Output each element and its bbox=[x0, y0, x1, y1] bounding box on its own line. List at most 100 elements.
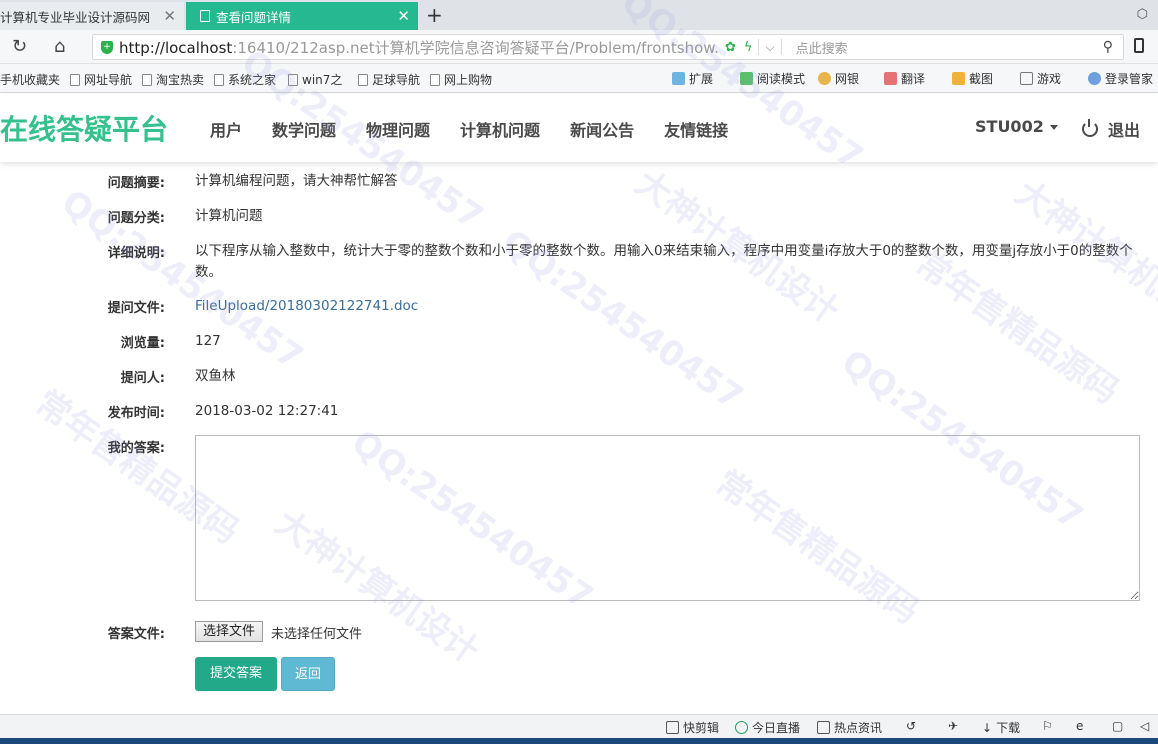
url-text[interactable]: http://localhost:16410/212asp.net计算机学院信息… bbox=[119, 37, 719, 58]
detail-label: 详细说明: bbox=[107, 246, 165, 261]
main-menu: 用户 数学问题 物理问题 计算机问题 新闻公告 友情链接 bbox=[210, 117, 728, 141]
play-icon bbox=[735, 721, 748, 734]
ie-icon[interactable]: e bbox=[1076, 719, 1083, 733]
time-label: 发布时间: bbox=[107, 406, 165, 421]
pin-icon[interactable]: ✈ bbox=[948, 719, 958, 733]
live-today-button[interactable]: 今日直播 bbox=[735, 719, 800, 736]
mobile-device-icon[interactable] bbox=[1134, 38, 1144, 53]
quick-clip-button[interactable]: 快剪辑 bbox=[666, 719, 719, 736]
asker-label: 提问人: bbox=[120, 371, 165, 386]
key-icon bbox=[1088, 72, 1101, 85]
file-label: 提问文件: bbox=[107, 301, 165, 316]
answer-label: 我的答案: bbox=[107, 441, 165, 456]
close-icon[interactable]: ✕ bbox=[397, 7, 410, 25]
site-brand[interactable]: 在线答疑平台 bbox=[0, 108, 168, 148]
back-button[interactable]: 返回 bbox=[281, 657, 335, 691]
tab-title: 查看问题详情 bbox=[216, 9, 292, 25]
bookmark-system-home[interactable]: 系统之家 bbox=[214, 71, 276, 88]
views-value: 127 bbox=[195, 333, 221, 349]
menu-item-computer[interactable]: 计算机问题 bbox=[460, 117, 540, 141]
question-file-link[interactable]: FileUpload/20180302122741.doc bbox=[195, 296, 418, 317]
choose-file-button[interactable]: 选择文件 bbox=[195, 621, 264, 642]
page-icon bbox=[358, 73, 368, 86]
browser-status-bar: 快剪辑 今日直播 热点资讯 ↺ ✈ ↓ 下载 ⚐ e ▢ ◁ bbox=[0, 714, 1158, 738]
bookmark-url-nav[interactable]: 网址导航 bbox=[70, 71, 132, 88]
caret-down-icon bbox=[1049, 125, 1058, 130]
close-icon[interactable]: ✕ bbox=[163, 7, 176, 25]
page-icon bbox=[430, 73, 440, 86]
asker-value: 双鱼林 bbox=[195, 368, 236, 384]
chevron-down-icon[interactable]: ⌵ bbox=[765, 40, 774, 55]
search-icon[interactable]: ⚲ bbox=[1103, 39, 1113, 55]
detail-value: 以下程序从输入整数中，统计大于零的整数个数和小于零的整数个数。用输入0来结束输入… bbox=[195, 243, 1133, 280]
menu-item-math[interactable]: 数学问题 bbox=[272, 117, 336, 141]
bookmark-taobao[interactable]: 淘宝热卖 bbox=[142, 71, 204, 88]
os-taskbar bbox=[0, 738, 1158, 744]
window-icon[interactable]: ▢ bbox=[1112, 719, 1123, 733]
secure-check-icon[interactable]: ✿ bbox=[725, 40, 736, 55]
page-icon bbox=[214, 73, 224, 86]
reading-mode-button[interactable]: 阅读模式 bbox=[740, 70, 805, 87]
browser-tab-bar: 计算机专业毕业设计源码网 ✕ 查看问题详情 ✕ + ⬡ bbox=[0, 0, 1158, 30]
security-shield-icon: + bbox=[101, 40, 113, 54]
lightning-icon[interactable]: ϟ bbox=[744, 40, 753, 55]
translate-icon bbox=[884, 72, 897, 85]
restore-icon[interactable]: ⬡ bbox=[1137, 7, 1148, 22]
hot-news-button[interactable]: 热点资讯 bbox=[817, 719, 882, 736]
refresh-status-icon[interactable]: ↺ bbox=[906, 719, 916, 733]
menu-item-users[interactable]: 用户 bbox=[210, 117, 242, 141]
site-navbar: 在线答疑平台 用户 数学问题 物理问题 计算机问题 新闻公告 友情链接 STU0… bbox=[0, 94, 1158, 162]
bookmarks-bar: 手机收藏夹 网址导航 淘宝热卖 系统之家 win7之 足球导航 网上购物 扩展 … bbox=[0, 64, 1158, 93]
bookmark-shopping[interactable]: 网上购物 bbox=[430, 71, 492, 88]
menu-item-news[interactable]: 新闻公告 bbox=[570, 117, 634, 141]
gamepad-icon bbox=[1020, 72, 1033, 85]
tab-title: 计算机专业毕业设计源码网 bbox=[0, 9, 150, 25]
sound-icon[interactable]: ◁ bbox=[1140, 719, 1149, 733]
question-detail: 问题摘要: 计算机编程问题，请大神帮忙解答 问题分类: 计算机问题 详细说明: … bbox=[0, 162, 1158, 714]
games-button[interactable]: 游戏 bbox=[1020, 70, 1061, 87]
clip-icon bbox=[666, 721, 679, 734]
time-value: 2018-03-02 12:27:41 bbox=[195, 403, 339, 419]
page-icon bbox=[142, 73, 152, 86]
category-label: 问题分类: bbox=[107, 211, 165, 226]
divider bbox=[758, 39, 760, 55]
bookmark-mobile-favorites[interactable]: 手机收藏夹 bbox=[0, 71, 60, 88]
scissors-icon bbox=[952, 72, 965, 85]
translate-button[interactable]: 翻译 bbox=[884, 70, 925, 87]
news-icon bbox=[817, 721, 830, 734]
bank-icon bbox=[818, 72, 831, 85]
tab-source-site[interactable]: 计算机专业毕业设计源码网 ✕ bbox=[0, 2, 184, 30]
file-status: 未选择任何文件 bbox=[271, 627, 363, 642]
menu-item-links[interactable]: 友情链接 bbox=[664, 117, 728, 141]
bookmark-football[interactable]: 足球导航 bbox=[358, 71, 420, 88]
online-bank-button[interactable]: 网银 bbox=[818, 70, 859, 87]
power-icon bbox=[1082, 119, 1098, 137]
url-field[interactable]: + http://localhost:16410/212asp.net计算机学院… bbox=[92, 34, 1124, 60]
home-icon[interactable]: ⌂ bbox=[54, 36, 65, 57]
answer-textarea[interactable] bbox=[195, 435, 1140, 601]
download-button[interactable]: ↓ 下载 bbox=[982, 719, 1020, 736]
extensions-icon bbox=[672, 72, 685, 85]
submit-answer-button[interactable]: 提交答案 bbox=[195, 657, 277, 691]
category-value: 计算机问题 bbox=[195, 208, 263, 224]
divider bbox=[780, 39, 782, 55]
views-label: 浏览量: bbox=[120, 336, 165, 351]
reload-icon[interactable]: ↻ bbox=[12, 36, 27, 57]
page-icon bbox=[288, 73, 298, 86]
screenshot-button[interactable]: 截图 bbox=[952, 70, 993, 87]
login-manager-button[interactable]: 登录管家 bbox=[1088, 70, 1153, 87]
address-bar: ↻ ⌂ + http://localhost:16410/212asp.net计… bbox=[0, 30, 1158, 64]
menu-item-physics[interactable]: 物理问题 bbox=[366, 117, 430, 141]
user-dropdown[interactable]: STU002 bbox=[975, 117, 1058, 136]
extensions-button[interactable]: 扩展 bbox=[672, 70, 713, 87]
search-hint[interactable]: 点此搜索 bbox=[796, 38, 848, 57]
summary-value: 计算机编程问题，请大神帮忙解答 bbox=[195, 173, 398, 189]
logout-button[interactable]: 退出 bbox=[1082, 117, 1140, 141]
book-icon bbox=[740, 72, 753, 85]
tab-question-detail[interactable]: 查看问题详情 ✕ bbox=[186, 2, 418, 30]
bookmark-win7[interactable]: win7之 bbox=[288, 71, 342, 88]
flag-icon[interactable]: ⚐ bbox=[1042, 719, 1053, 733]
download-icon: ↓ bbox=[982, 720, 993, 735]
answer-file-label: 答案文件: bbox=[107, 627, 165, 642]
new-tab-button[interactable]: + bbox=[426, 3, 443, 27]
